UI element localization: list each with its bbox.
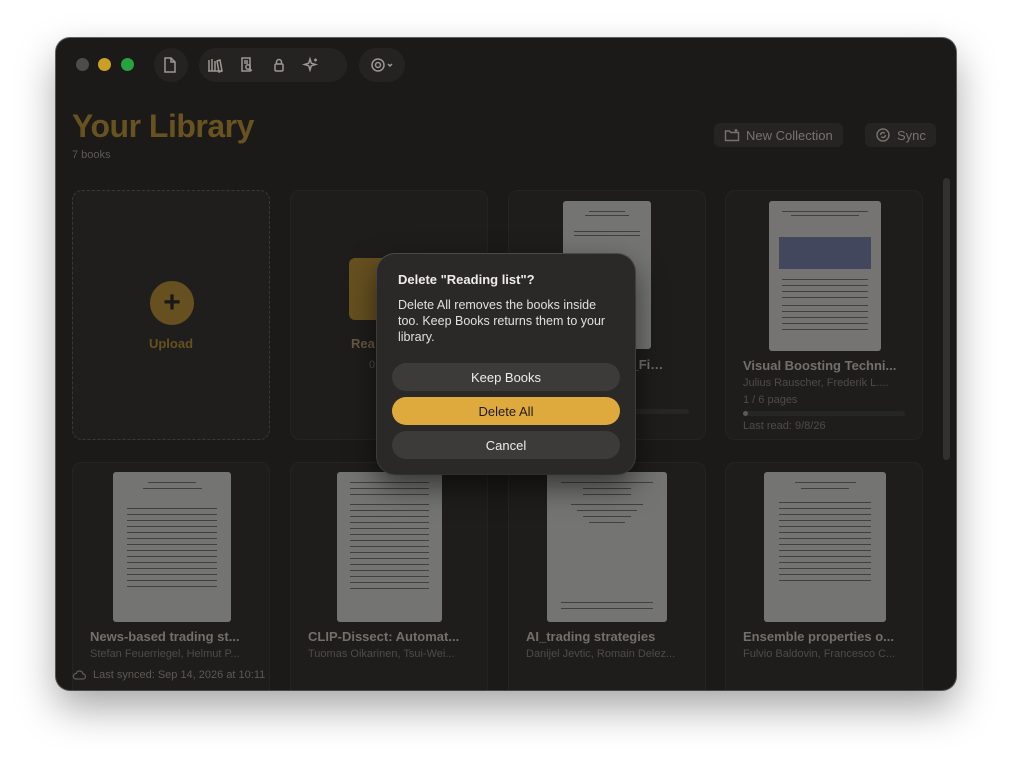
app-window: Your Library 7 books New Collection Sync…	[56, 38, 956, 690]
delete-collection-dialog: Delete "Reading list"? Delete All remove…	[377, 254, 635, 474]
cancel-button[interactable]: Cancel	[392, 431, 620, 459]
keep-books-button[interactable]: Keep Books	[392, 363, 620, 391]
dialog-title: Delete "Reading list"?	[398, 272, 535, 287]
dialog-message: Delete All removes the books inside too.…	[398, 298, 606, 344]
delete-all-button[interactable]: Delete All	[392, 397, 620, 425]
